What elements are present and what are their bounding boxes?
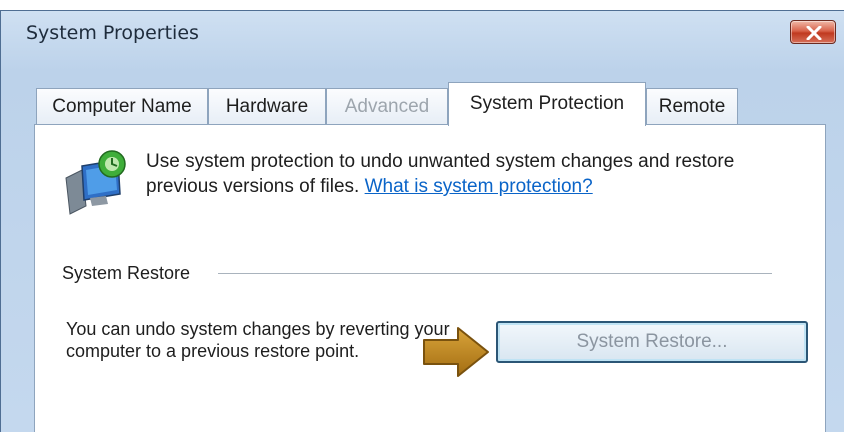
tab-computer-name[interactable]: Computer Name <box>36 88 208 124</box>
pointer-arrow-icon <box>423 327 489 377</box>
intro-description: Use system protection to undo unwanted s… <box>146 149 786 199</box>
tab-remote[interactable]: Remote <box>646 88 738 124</box>
close-button[interactable] <box>790 20 836 44</box>
system-protection-icon <box>65 150 126 215</box>
system-restore-button[interactable]: System Restore... <box>496 321 808 363</box>
what-is-system-protection-link[interactable]: What is system protection? <box>365 176 593 197</box>
close-icon <box>806 26 822 40</box>
tab-advanced: Advanced <box>326 88 448 124</box>
group-divider <box>218 273 772 274</box>
tab-hardware[interactable]: Hardware <box>208 88 326 124</box>
tab-system-protection[interactable]: System Protection <box>448 82 646 126</box>
window-title: System Properties <box>26 22 199 44</box>
system-restore-group-label: System Restore <box>62 263 201 284</box>
